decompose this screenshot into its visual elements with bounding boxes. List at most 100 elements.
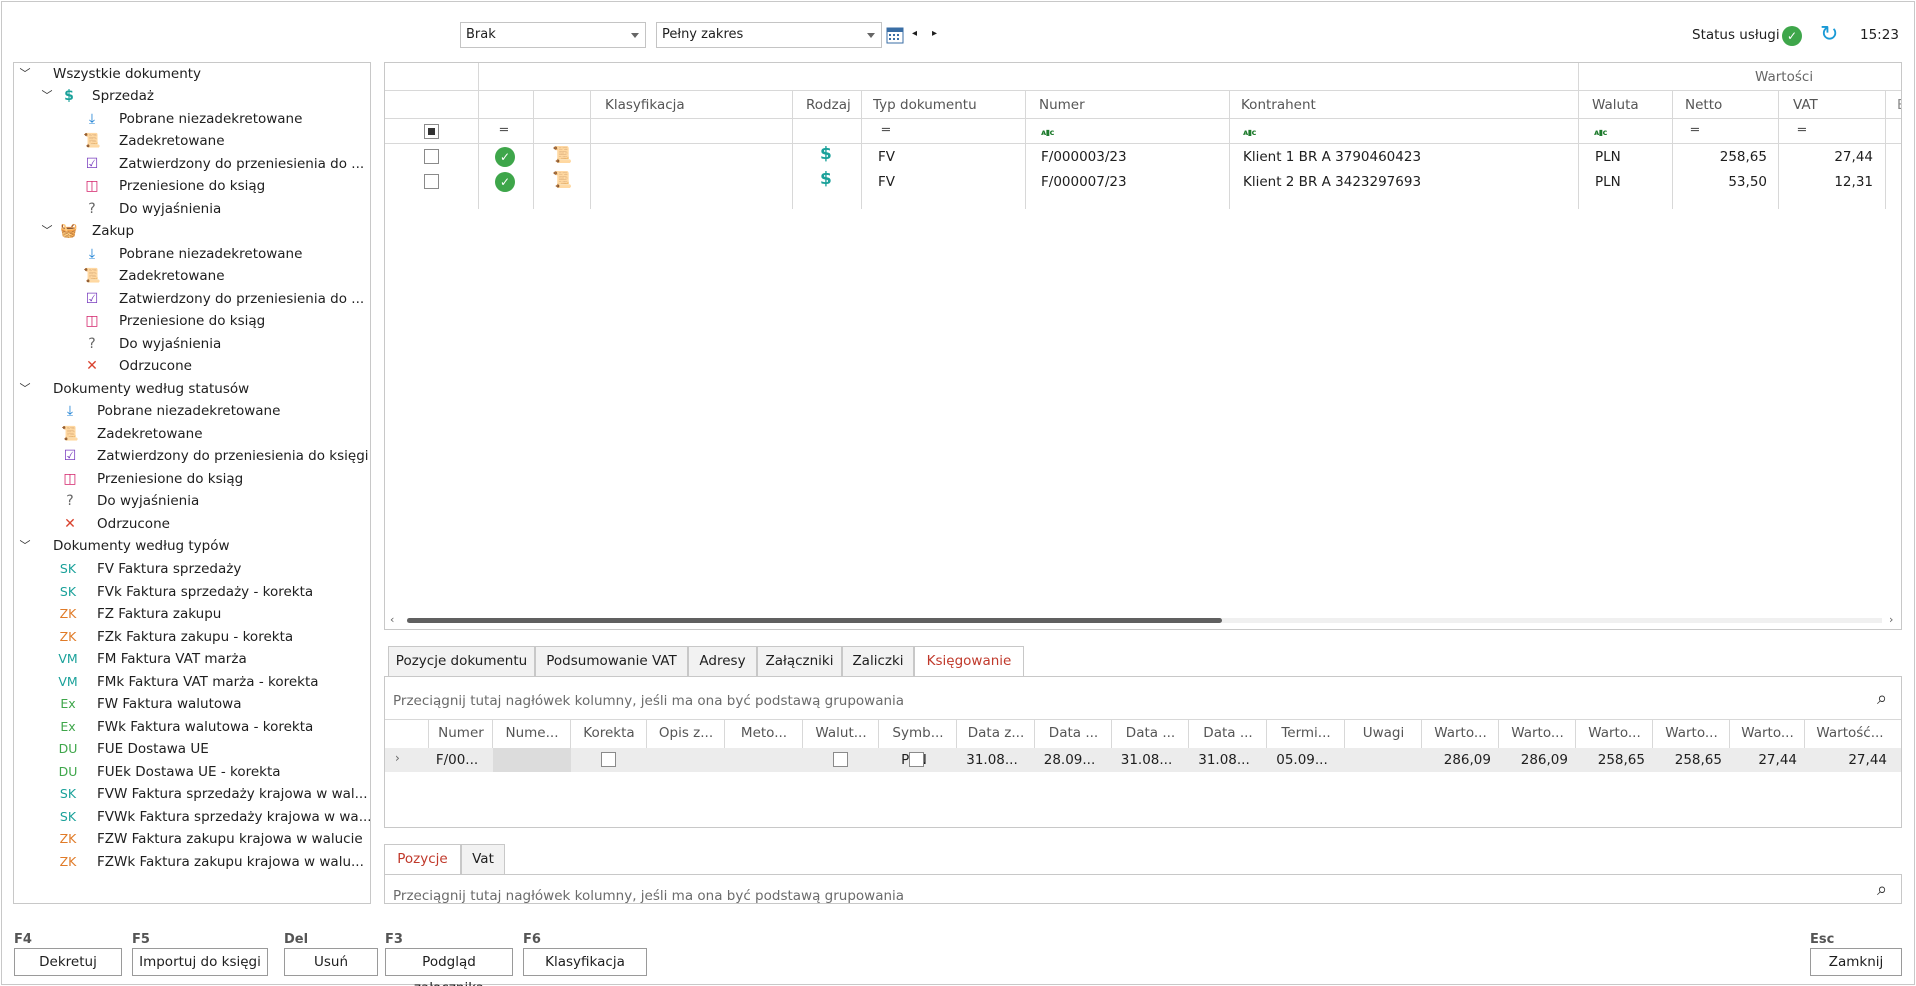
date-range-combo[interactable]: Pełny zakres	[656, 22, 882, 48]
tree-item-purchase-downloaded[interactable]: ⤓ Pobrane niezadekretowane	[14, 243, 370, 265]
chevron-down-icon[interactable]: ﹀	[40, 220, 54, 242]
tree-item-by-type[interactable]: ﹀ Dokumenty według typów	[14, 535, 370, 557]
tree-root[interactable]: ﹀ Wszystkie dokumenty	[14, 63, 370, 85]
tree-item-sales-clarify[interactable]: ? Do wyjaśnienia	[14, 198, 370, 220]
tree-item-status-downloaded[interactable]: ⤓ Pobrane niezadekretowane	[14, 400, 370, 422]
decree-button[interactable]: Dekretuj	[14, 948, 122, 976]
classification-button[interactable]: Klasyfikacja	[523, 948, 647, 976]
tree-item-status-rejected[interactable]: ✕ Odrzucone	[14, 513, 370, 535]
tree-item-type[interactable]: ZK FZk Faktura zakupu - korekta	[14, 626, 370, 648]
row-checkbox[interactable]	[424, 149, 439, 164]
booking-col-header[interactable]: Warto...	[1499, 725, 1576, 741]
tree-item-sales-approved[interactable]: ☑ Zatwierdzony do przeniesienia do ...	[14, 153, 370, 175]
booking-col-header[interactable]: Walut...	[803, 725, 879, 741]
equals-filter-icon[interactable]: ═	[1798, 123, 1806, 138]
tree-item-purchase-clarify[interactable]: ? Do wyjaśnienia	[14, 333, 370, 355]
filter-combo-1[interactable]: Brak	[460, 22, 646, 48]
select-all-checkbox[interactable]	[424, 124, 439, 139]
tree-item-sales-decreed[interactable]: 📜 Zadekretowane	[14, 130, 370, 152]
equals-filter-icon[interactable]: ═	[500, 123, 508, 138]
search-icon[interactable]: ⌕	[1877, 879, 1887, 900]
import-to-book-button[interactable]: Importuj do księgi	[132, 948, 268, 976]
booking-col-header[interactable]: Data ...	[1189, 725, 1267, 741]
tree-item-status-decreed[interactable]: 📜 Zadekretowane	[14, 423, 370, 445]
booking-col-header[interactable]: Data z...	[957, 725, 1035, 741]
tree-item-purchase-decreed[interactable]: 📜 Zadekretowane	[14, 265, 370, 287]
tree-item-type[interactable]: Ex FWk Faktura walutowa - korekta	[14, 716, 370, 738]
tree-item-type[interactable]: SK FVW Faktura sprzedaży krajowa w wal...	[14, 783, 370, 805]
chevron-down-icon[interactable]: ﹀	[40, 85, 54, 107]
booking-col-header[interactable]: Termi...	[1267, 725, 1345, 741]
tree-item-sales-transferred[interactable]: ◫ Przeniesione do ksiąg	[14, 175, 370, 197]
tab-positions[interactable]: Pozycje	[384, 844, 461, 875]
method-checkbox[interactable]	[833, 752, 848, 767]
booking-col-header[interactable]: Symb...	[879, 725, 957, 741]
tree-item-status-transferred[interactable]: ◫ Przeniesione do ksiąg	[14, 468, 370, 490]
col-header-kontrahent[interactable]: Kontrahent	[1241, 97, 1316, 113]
col-header-waluta[interactable]: Waluta	[1592, 97, 1639, 113]
tab-booking[interactable]: Księgowanie	[914, 646, 1024, 677]
close-button[interactable]: Zamknij	[1810, 948, 1902, 976]
text-filter-icon[interactable]: ᴀ▮ᴄ	[1041, 128, 1054, 137]
col-header-klasyfikacja[interactable]: Klasyfikacja	[605, 97, 685, 113]
col-header-rodzaj[interactable]: Rodzaj	[806, 97, 851, 113]
booking-col-header[interactable]: Warto...	[1653, 725, 1730, 741]
tree-item-purchase-transferred[interactable]: ◫ Przeniesione do ksiąg	[14, 310, 370, 332]
tree-item-purchase-approved[interactable]: ☑ Zatwierdzony do przeniesienia do ...	[14, 288, 370, 310]
booking-col-header[interactable]: Uwagi	[1345, 725, 1422, 741]
col-header-netto[interactable]: Netto	[1685, 97, 1722, 113]
booking-col-header[interactable]: Wartość...	[1805, 725, 1895, 741]
tree-item-type[interactable]: SK FVWk Faktura sprzedaży krajowa w wa...	[14, 806, 370, 828]
chevron-right-icon[interactable]: ›	[395, 751, 400, 765]
tree-item-by-status[interactable]: ﹀ Dokumenty według statusów	[14, 378, 370, 400]
booking-col-header[interactable]: Warto...	[1730, 725, 1805, 741]
tree-item-sales-downloaded[interactable]: ⤓ Pobrane niezadekretowane	[14, 108, 370, 130]
tree-item-type[interactable]: SK FV Faktura sprzedaży	[14, 558, 370, 580]
booking-col-header[interactable]: Warto...	[1422, 725, 1499, 741]
prev-arrow-icon[interactable]: ◂	[912, 28, 917, 39]
horizontal-scrollbar[interactable]	[407, 618, 1882, 623]
tree-item-status-approved[interactable]: ☑ Zatwierdzony do przeniesienia do księg…	[14, 445, 370, 467]
booking-col-header[interactable]: Nume...	[493, 725, 571, 741]
tree-item-type[interactable]: VM FM Faktura VAT marża	[14, 648, 370, 670]
equals-filter-icon[interactable]: ═	[882, 123, 890, 138]
booking-col-header[interactable]: Meto...	[725, 725, 803, 741]
preview-attachment-button[interactable]: Podgląd załącznika	[385, 948, 513, 986]
col-header-typ[interactable]: Typ dokumentu	[873, 97, 977, 113]
booking-col-header[interactable]: Warto...	[1576, 725, 1653, 741]
booking-col-header[interactable]: Korekta	[571, 725, 647, 741]
tree-item-type[interactable]: ZK FZW Faktura zakupu krajowa w walucie	[14, 828, 370, 850]
tab-vat-summary[interactable]: Podsumowanie VAT	[535, 646, 688, 676]
chevron-down-icon[interactable]: ﹀	[18, 63, 32, 85]
tab-attachments[interactable]: Załączniki	[757, 646, 842, 676]
tree-item-type[interactable]: ZK FZWk Faktura zakupu krajowa w walu...	[14, 851, 370, 873]
tree-item-type[interactable]: ZK FZ Faktura zakupu	[14, 603, 370, 625]
next-arrow-icon[interactable]: ▸	[932, 28, 937, 39]
booking-col-header[interactable]: Opis z...	[647, 725, 725, 741]
col-header-numer[interactable]: Numer	[1039, 97, 1085, 113]
tree-item-purchase[interactable]: ﹀ 🧺 Zakup	[14, 220, 370, 242]
booking-row[interactable]: › F/00...PLN31.08...28.09...31.08...31.0…	[385, 748, 1901, 772]
tab-vat[interactable]: Vat	[461, 844, 505, 874]
tree-item-type[interactable]: DU FUEk Dostawa UE - korekta	[14, 761, 370, 783]
tree-item-status-clarify[interactable]: ? Do wyjaśnienia	[14, 490, 370, 512]
tab-document-items[interactable]: Pozycje dokumentu	[388, 646, 535, 676]
booking-col-header[interactable]: Numer	[429, 725, 493, 741]
text-filter-icon[interactable]: ᴀ▮ᴄ	[1243, 128, 1256, 137]
search-icon[interactable]: ⌕	[1877, 688, 1887, 709]
booking-col-header[interactable]: Data ...	[1035, 725, 1112, 741]
chevron-down-icon[interactable]: ﹀	[18, 535, 32, 557]
correction-checkbox[interactable]	[601, 752, 616, 767]
scrollbar-thumb[interactable]	[407, 618, 1222, 623]
tree-item-purchase-rejected[interactable]: ✕ Odrzucone	[14, 355, 370, 377]
refresh-icon[interactable]: ↻	[1820, 22, 1838, 47]
equals-filter-icon[interactable]: ═	[1691, 123, 1699, 138]
tab-advances[interactable]: Zaliczki	[842, 646, 914, 676]
tree-item-sales[interactable]: ﹀ $ Sprzedaż	[14, 85, 370, 107]
scroll-right-icon[interactable]: ›	[1889, 613, 1893, 626]
tree-item-type[interactable]: DU FUE Dostawa UE	[14, 738, 370, 760]
row-checkbox[interactable]	[424, 174, 439, 189]
tree-item-type[interactable]: Ex FW Faktura walutowa	[14, 693, 370, 715]
tab-addresses[interactable]: Adresy	[688, 646, 757, 676]
currency-checkbox[interactable]	[909, 752, 924, 767]
